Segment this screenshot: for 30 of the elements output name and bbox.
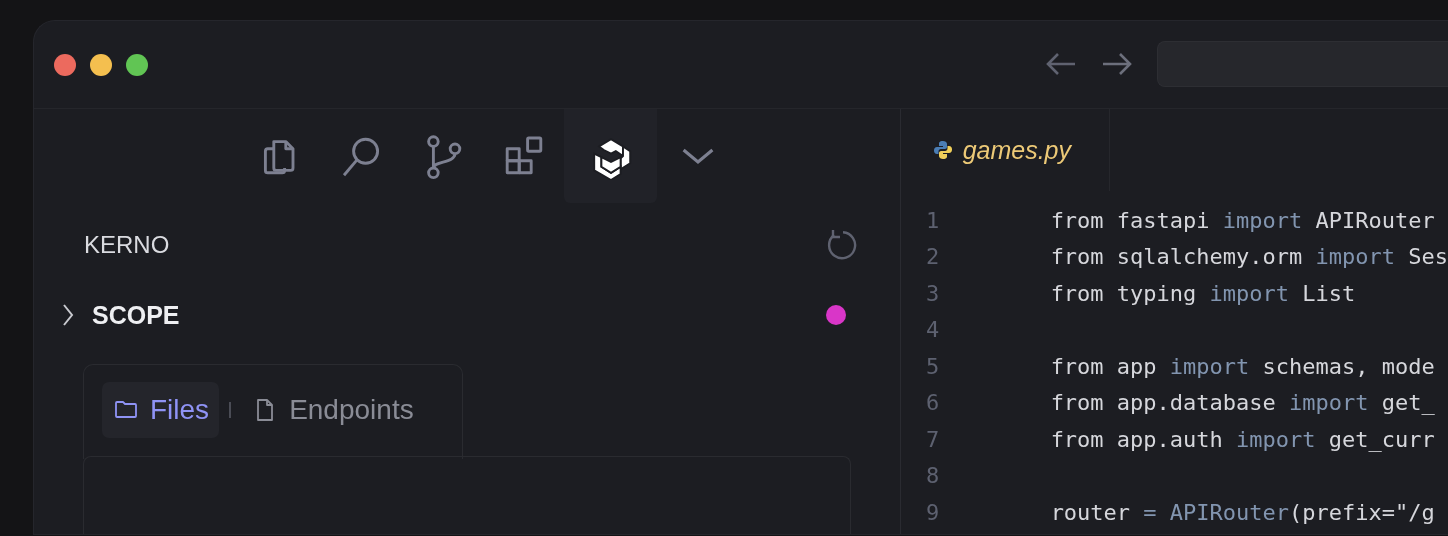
line-number: 7 — [925, 426, 941, 452]
chevron-icon[interactable] — [60, 302, 76, 328]
line-number: 9 — [925, 499, 941, 525]
line-number: 2 — [925, 244, 941, 270]
segment-tab[interactable]: Files — [102, 382, 220, 438]
code-line: from typing import List — [1050, 280, 1356, 306]
close-button[interactable] — [54, 53, 76, 76]
segment-tab[interactable]: Endpoints — [241, 382, 424, 438]
status-dot — [825, 305, 846, 325]
line-number: 1 — [925, 207, 941, 233]
code-line: from app import schemas, mode — [1050, 353, 1435, 379]
code-line: router = APIRouter(prefix="/g — [1050, 499, 1435, 525]
editor-tab[interactable]: games.py — [900, 109, 1110, 191]
back-icon[interactable] — [1045, 51, 1077, 76]
code-line: from fastapi import APIRouter — [1050, 207, 1435, 233]
code-line: from sqlalchemy.orm import Ses — [1050, 244, 1448, 270]
line-number: 4 — [925, 317, 941, 343]
section-title[interactable]: SCOPE — [92, 300, 826, 330]
line-number: 8 — [925, 463, 941, 489]
line-number: 5 — [925, 353, 941, 379]
line-number: 3 — [925, 280, 941, 306]
python-file-icon — [932, 140, 953, 160]
code-line: from app.database import get_ — [1050, 390, 1435, 416]
minimize-button[interactable] — [90, 53, 112, 76]
zoom-button[interactable] — [126, 53, 148, 76]
code-line: from app.auth import get_curr — [1050, 426, 1435, 452]
line-number: 6 — [925, 390, 941, 416]
forward-icon[interactable] — [1101, 51, 1133, 76]
toolbar-button[interactable] — [564, 109, 657, 203]
panel-title: KERNO — [84, 231, 170, 259]
